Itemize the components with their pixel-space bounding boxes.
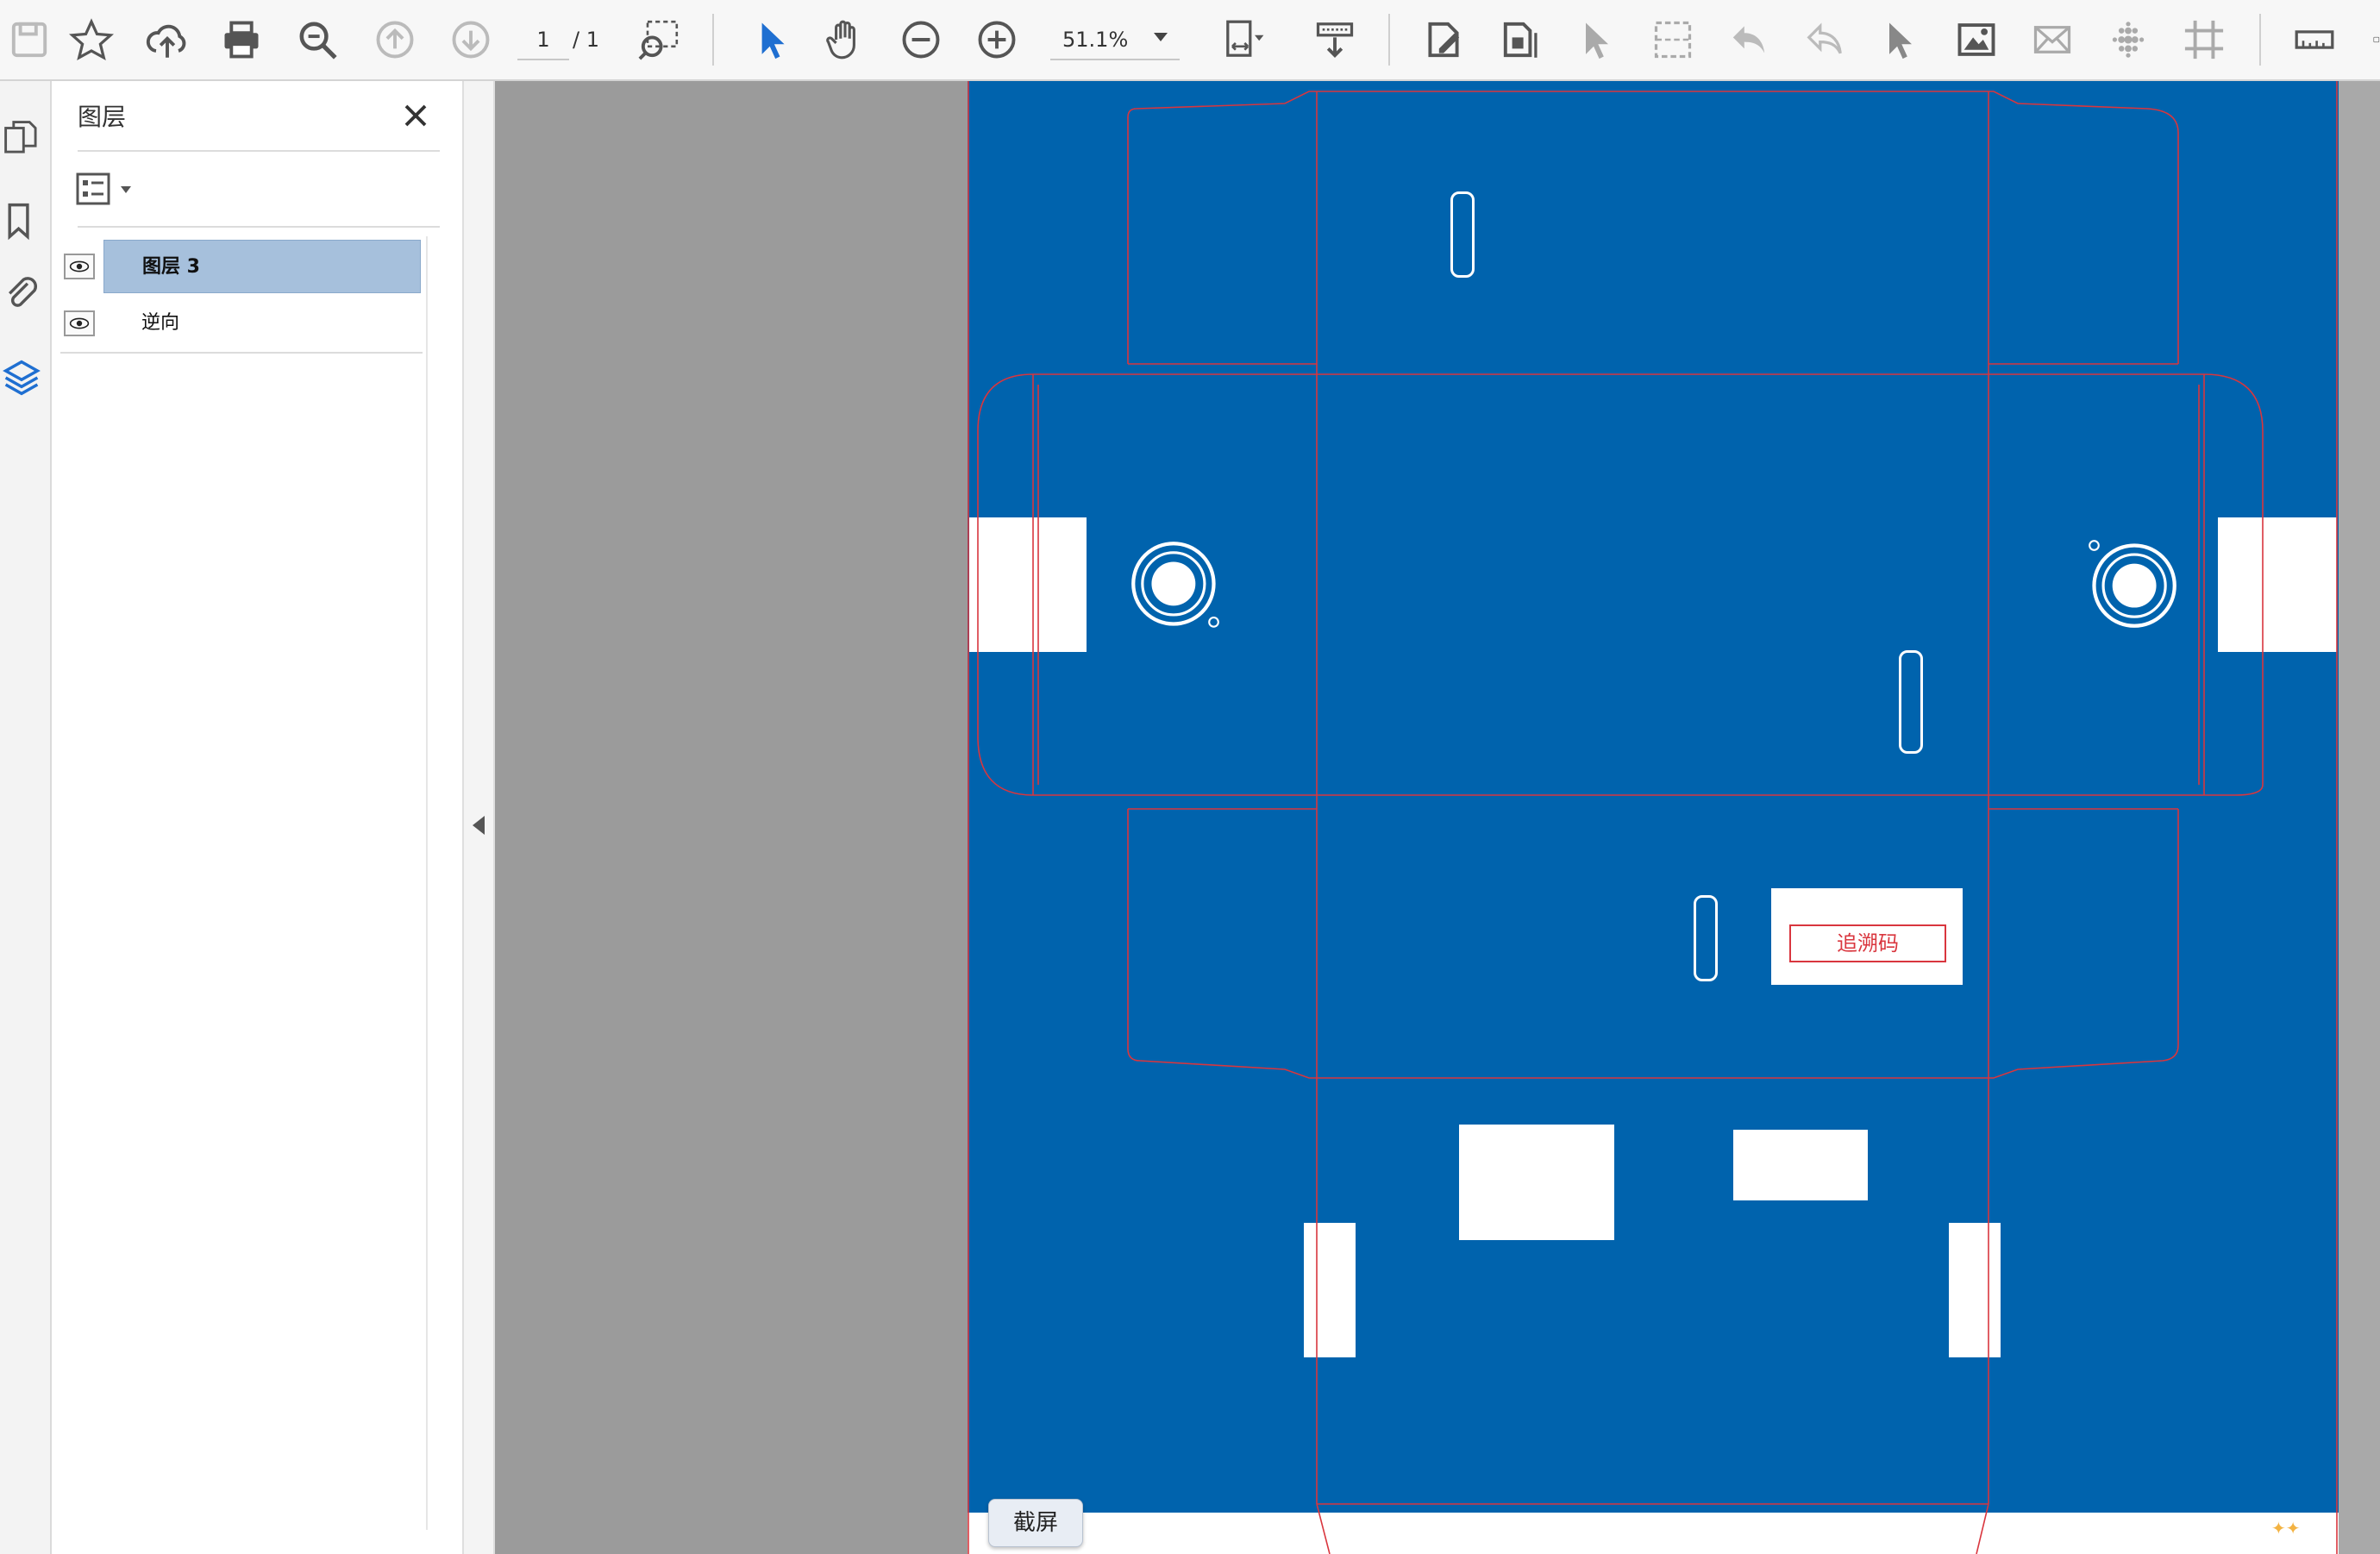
white-block	[1459, 1125, 1614, 1240]
layers-panel: 图层 图层 3 逆向	[52, 81, 460, 1554]
pointer-icon[interactable]	[1871, 10, 1930, 69]
divider	[60, 352, 423, 354]
brand-seal-right	[2089, 540, 2176, 628]
panel-splitter[interactable]	[462, 81, 495, 1554]
envelope-icon[interactable]	[2023, 10, 2082, 69]
panel-title: 图层	[78, 103, 127, 131]
redo-icon[interactable]	[1795, 10, 1854, 69]
collapse-panel-icon[interactable]	[473, 816, 485, 835]
white-flap-right	[2218, 517, 2337, 652]
brand-stamp	[1450, 191, 1475, 278]
main-toolbar: 1 / 1 51.1%	[0, 0, 2380, 81]
layer-row-reverse[interactable]: 逆向	[59, 297, 421, 350]
panel-icon[interactable]	[2354, 10, 2380, 69]
layers-icon[interactable]	[0, 352, 43, 404]
fit-page-icon[interactable]	[1214, 10, 1273, 69]
undo-icon[interactable]	[1719, 10, 1778, 69]
white-block	[1733, 1130, 1868, 1200]
select-object-icon[interactable]	[1568, 10, 1626, 69]
toolbar-separator	[2259, 14, 2261, 66]
close-icon[interactable]	[397, 97, 435, 135]
watermark: ✦✦	[2271, 1518, 2301, 1538]
zoom-search-icon[interactable]	[288, 10, 347, 69]
ruler-icon[interactable]	[2285, 10, 2344, 69]
white-block	[1949, 1223, 2001, 1357]
bookmarks-icon[interactable]	[0, 195, 43, 247]
image-icon[interactable]	[1947, 10, 2006, 69]
eye-icon[interactable]	[64, 254, 95, 279]
divider	[78, 150, 440, 152]
toolbar-separator	[712, 14, 714, 66]
vertical-scrollbar[interactable]	[2339, 81, 2380, 1554]
edit-text-icon[interactable]	[1414, 10, 1473, 69]
page-number-input[interactable]: 1	[517, 21, 569, 60]
marquee-zoom-icon[interactable]	[629, 10, 688, 69]
document-page[interactable]	[968, 81, 2339, 1554]
screenshot-tooltip: 截屏	[988, 1499, 1083, 1547]
halftone-icon[interactable]	[2099, 10, 2158, 69]
crop-grid-icon[interactable]	[1644, 10, 1702, 69]
bookmark-star-icon[interactable]	[62, 10, 121, 69]
navigation-rail	[0, 81, 52, 1554]
cloud-upload-icon[interactable]	[138, 10, 197, 69]
scroll-mode-icon[interactable]	[1306, 10, 1364, 69]
brand-stamp	[1899, 650, 1923, 754]
print-icon[interactable]	[212, 10, 271, 69]
zoom-out-icon[interactable]	[892, 10, 950, 69]
select-arrow-icon[interactable]	[742, 10, 800, 69]
save-icon[interactable]	[0, 10, 59, 69]
brand-seal-left	[1131, 542, 1219, 628]
trace-code-label: 追溯码	[1789, 924, 1946, 962]
zoom-dropdown-icon[interactable]	[1154, 33, 1168, 41]
page-down-icon[interactable]	[442, 10, 500, 69]
toolbar-separator	[1388, 14, 1390, 66]
brand-stamp	[1694, 895, 1718, 981]
white-flap-left	[969, 517, 1087, 652]
page-up-icon[interactable]	[366, 10, 424, 69]
layer-options-button[interactable]	[76, 167, 145, 210]
panel-scroll-edge	[426, 236, 428, 1530]
layer-name: 逆向	[141, 312, 180, 334]
white-block	[1304, 1223, 1356, 1357]
hand-icon[interactable]	[816, 10, 874, 69]
page-thumbnails-icon[interactable]	[0, 112, 43, 164]
divider	[78, 226, 440, 228]
trim-marks-icon[interactable]	[2175, 10, 2233, 69]
layer-row-layer3[interactable]: 图层 3	[59, 240, 421, 293]
eye-icon[interactable]	[64, 310, 95, 336]
attachments-icon[interactable]	[0, 266, 43, 317]
layer-name: 图层 3	[103, 240, 421, 293]
page-total-label: / 1	[573, 28, 599, 52]
edit-object-icon[interactable]	[1492, 10, 1550, 69]
zoom-in-icon[interactable]	[968, 10, 1026, 69]
page-bottom-margin	[968, 1513, 2339, 1554]
